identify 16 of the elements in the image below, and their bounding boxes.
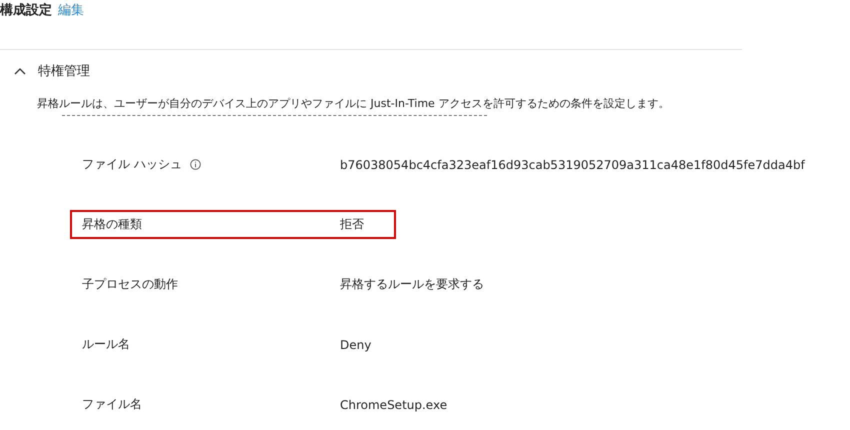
field-label: 子プロセスの動作 <box>82 276 178 293</box>
section-description: 昇格ルールは、ユーザーが自分のデバイス上のアプリやファイルに Just-In-Time アクセスを許可するための条件を設定します。 <box>37 96 670 111</box>
chevron-up-icon <box>14 67 26 75</box>
section-header[interactable]: 特権管理 <box>0 50 90 80</box>
page-title: 構成設定 <box>0 2 52 19</box>
info-icon[interactable] <box>190 159 201 170</box>
edit-link[interactable]: 編集 <box>58 1 84 19</box>
field-label: ルール名 <box>82 336 130 353</box>
field-value: 拒否 <box>340 216 364 233</box>
field-value: ChromeSetup.exe <box>340 398 448 412</box>
field-value: Deny <box>340 338 372 352</box>
field-label: ファイル名 <box>82 396 142 413</box>
field-value: b76038054bc4cfa323eaf16d93cab5319052709a311ca48e1f80d45fe7dda4bf <box>340 158 805 172</box>
field-value: 昇格するルールを要求する <box>340 276 484 293</box>
field-label: 昇格の種類 <box>82 216 142 233</box>
field-label: ファイル ハッシュ <box>82 156 182 173</box>
